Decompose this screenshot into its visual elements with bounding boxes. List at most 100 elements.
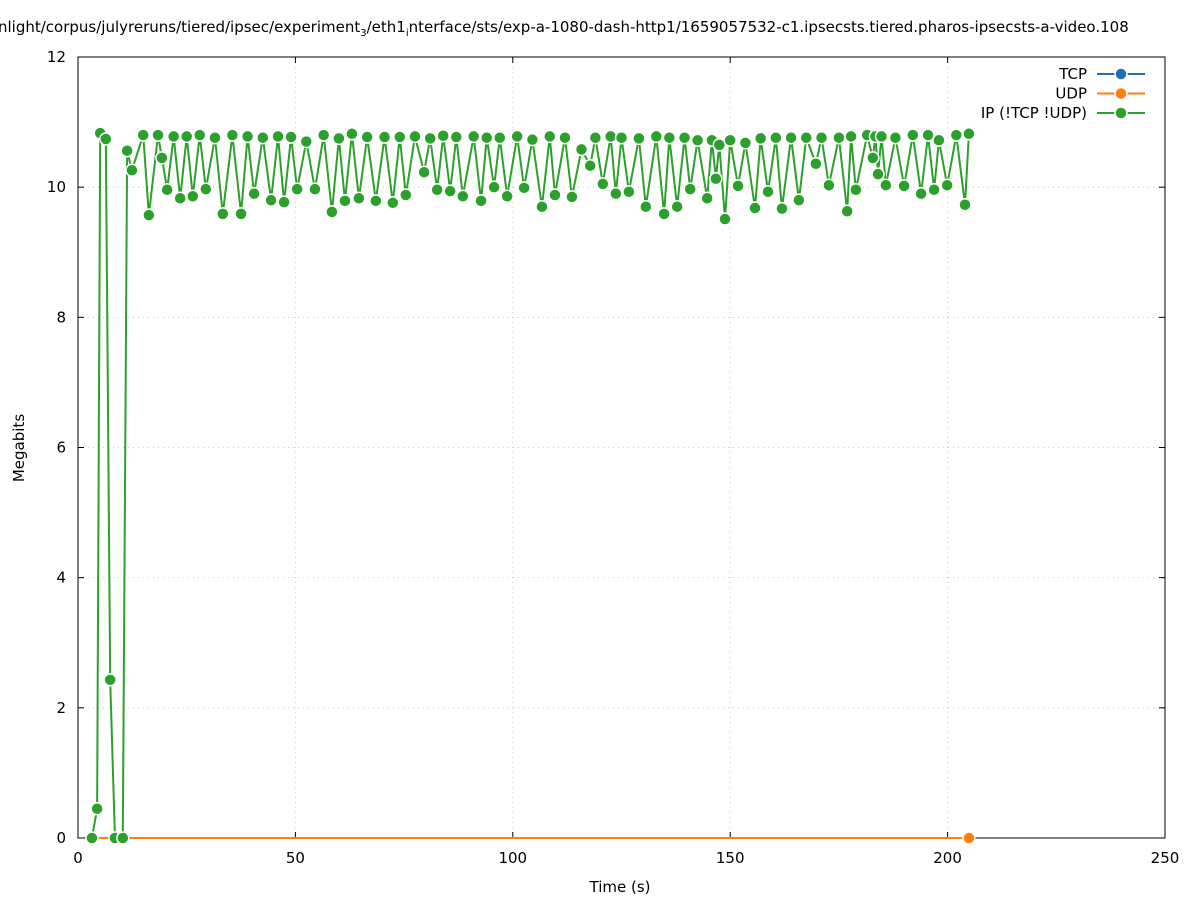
data-point <box>316 128 331 142</box>
data-point <box>609 186 623 201</box>
x-tick-label: 0 <box>73 849 83 867</box>
data-point <box>962 127 976 141</box>
data-point <box>456 189 470 204</box>
data-point <box>332 131 346 146</box>
data-point <box>338 194 352 208</box>
legend-marker <box>1114 86 1128 101</box>
data-point <box>393 130 407 144</box>
data-point <box>160 183 174 197</box>
title-part: nterface/sts/exp-a-1080-dash-http1/16590… <box>408 18 1129 36</box>
data-point <box>718 212 732 226</box>
data-point <box>958 197 972 212</box>
data-point <box>927 183 941 197</box>
data-point <box>753 131 768 146</box>
plot-frame <box>77 56 1166 839</box>
data-point <box>809 156 823 171</box>
data-point <box>670 199 684 214</box>
legend-label: IP (!TCP !UDP) <box>981 104 1087 122</box>
y-tick-label: 8 <box>56 308 66 326</box>
data-point <box>256 130 270 145</box>
data-point <box>888 130 903 145</box>
series-udp <box>91 831 976 845</box>
data-point <box>657 207 671 221</box>
data-point <box>510 129 524 144</box>
data-point <box>871 167 885 181</box>
data-point <box>649 129 664 144</box>
data-point <box>151 128 165 142</box>
data-point <box>308 182 322 196</box>
data-point <box>474 194 488 208</box>
data-point <box>443 184 457 198</box>
data-point <box>962 831 976 845</box>
data-point <box>500 189 514 204</box>
data-point <box>535 199 549 214</box>
data-point <box>240 129 255 144</box>
legend-marker <box>1114 67 1128 81</box>
data-point <box>914 186 928 201</box>
y-tick-label: 0 <box>56 829 66 847</box>
plot-svg: 0 50 100 150 200 250 0 2 4 6 8 10 12 Time (s) Megabi… <box>10 48 1179 896</box>
data-point <box>277 195 291 209</box>
data-point <box>849 183 863 197</box>
data-point <box>583 158 597 173</box>
data-point <box>748 201 762 215</box>
data-point <box>99 132 113 146</box>
data-point <box>487 180 501 194</box>
y-tick-label: 10 <box>47 178 66 196</box>
data-point <box>932 133 946 148</box>
data-point <box>264 193 278 207</box>
data-point <box>208 130 222 145</box>
data-point <box>155 151 169 165</box>
data-point <box>949 128 964 142</box>
data-point <box>417 165 431 179</box>
data-point <box>723 133 737 148</box>
data-point <box>897 179 911 193</box>
series-layer <box>85 126 976 845</box>
data-point <box>517 181 531 195</box>
data-point <box>386 196 400 210</box>
data-point <box>700 191 714 205</box>
data-point <box>840 204 854 218</box>
data-point <box>408 129 422 144</box>
data-point <box>596 177 610 191</box>
data-point <box>792 193 806 207</box>
legend-label: TCP <box>1058 65 1087 83</box>
series-ip-tcp-udp- <box>85 126 976 845</box>
data-point <box>775 201 789 216</box>
data-point <box>822 178 836 192</box>
data-point <box>166 129 181 144</box>
data-point <box>662 130 677 145</box>
data-point <box>284 130 298 144</box>
legend-marker <box>1114 106 1128 120</box>
data-point <box>103 673 117 687</box>
data-point <box>769 130 783 145</box>
data-point <box>709 171 723 186</box>
y-axis-label: Megabits <box>10 414 28 482</box>
data-point <box>731 179 745 193</box>
y-tick-label: 2 <box>56 699 66 717</box>
data-point <box>677 130 692 145</box>
data-point <box>844 129 858 144</box>
data-point <box>548 188 562 202</box>
data-point <box>186 189 200 204</box>
x-tick-label: 50 <box>286 849 305 867</box>
data-point <box>565 190 579 204</box>
data-point <box>325 205 339 219</box>
y-tick-label: 4 <box>56 569 66 587</box>
data-point <box>603 129 618 144</box>
data-point <box>622 184 636 199</box>
chart-title: nlight/corpus/julyreruns/tiered/ipsec/ex… <box>0 18 1129 39</box>
x-tick-label: 100 <box>498 849 527 867</box>
legend: TCP UDPIP (!TCP !UDP) <box>981 65 1145 122</box>
data-point <box>136 128 150 142</box>
data-point <box>290 182 304 196</box>
data-point <box>479 130 494 145</box>
data-point <box>116 831 130 845</box>
data-point <box>377 130 392 144</box>
data-point <box>199 182 213 196</box>
data-point <box>192 128 207 142</box>
data-point <box>690 133 705 148</box>
data-point <box>558 130 572 145</box>
data-point <box>683 182 697 196</box>
data-point <box>738 136 753 150</box>
